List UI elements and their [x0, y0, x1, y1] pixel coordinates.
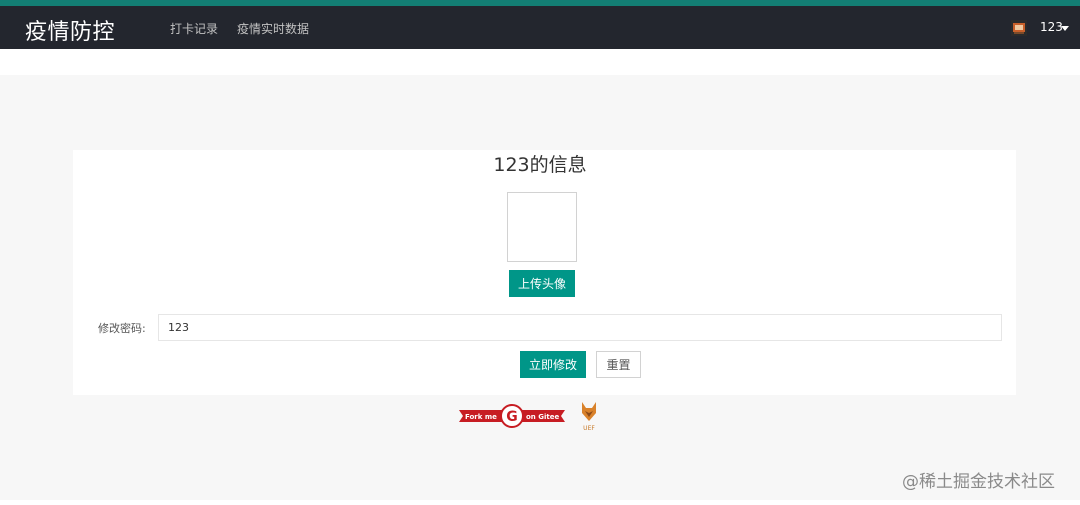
avatar-preview [507, 192, 577, 262]
watermark-text: @稀土掘金技术社区 [902, 472, 1055, 492]
fox-logo-icon: UEF [582, 402, 596, 432]
user-avatar-icon[interactable] [1011, 20, 1027, 36]
submit-button[interactable]: 立即修改 [520, 351, 586, 378]
nav-item-realtime-data[interactable]: 疫情实时数据 [237, 20, 309, 37]
password-label: 修改密码: [98, 322, 146, 335]
reset-button[interactable]: 重置 [596, 351, 641, 378]
fox-logo-text: UEF [583, 425, 595, 432]
app-logo[interactable]: 疫情防控 [25, 14, 115, 46]
gitee-logo-letter: G [506, 409, 518, 425]
badge-left-text: Fork me [465, 413, 497, 421]
badge-right-text: on Gitee [526, 413, 559, 421]
top-navbar: 疫情防控 打卡记录 疫情实时数据 123 [0, 6, 1080, 49]
fork-me-on-gitee-badge[interactable]: G Fork me on Gitee [459, 404, 565, 428]
user-name-menu[interactable]: 123 [1040, 20, 1063, 34]
chevron-down-icon[interactable] [1061, 26, 1069, 31]
upload-avatar-button[interactable]: 上传头像 [509, 270, 575, 297]
nav-item-checkin-records[interactable]: 打卡记录 [170, 20, 218, 37]
password-input[interactable] [158, 314, 1002, 341]
page-title: 123的信息 [493, 154, 587, 176]
